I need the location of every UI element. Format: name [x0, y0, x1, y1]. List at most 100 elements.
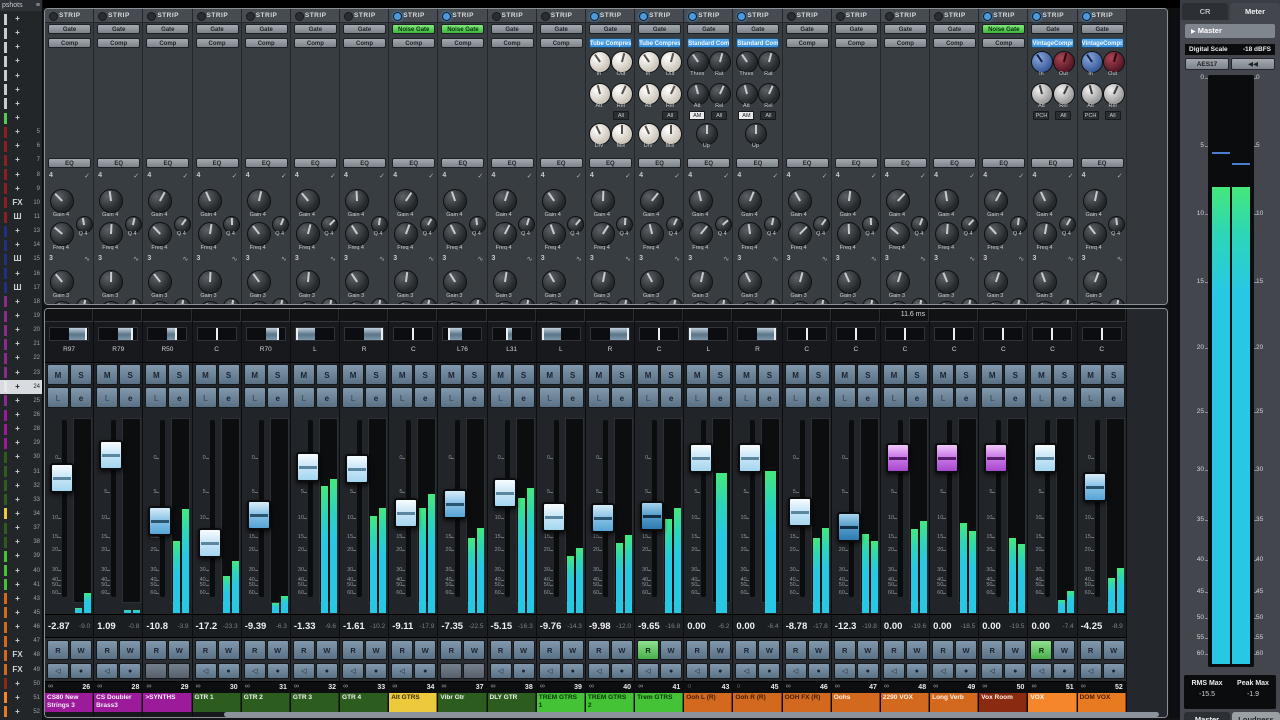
- fader-track[interactable]: [849, 420, 854, 597]
- mute-button[interactable]: M: [391, 364, 413, 385]
- eq-freq3-knob[interactable]: [345, 301, 369, 304]
- edit-button[interactable]: e: [857, 387, 879, 408]
- horizontal-scrollbar[interactable]: [224, 712, 1159, 717]
- channel-name[interactable]: Alt GTRS: [389, 693, 437, 712]
- eq-q3-knob[interactable]: [76, 298, 93, 305]
- pch-button[interactable]: PCH: [1033, 111, 1049, 120]
- solo-button[interactable]: S: [758, 364, 780, 385]
- eq-q3-knob[interactable]: [961, 298, 978, 305]
- mute-button[interactable]: M: [1030, 364, 1052, 385]
- fader-cap[interactable]: [50, 463, 74, 493]
- solo-button[interactable]: S: [1004, 364, 1026, 385]
- aes17-button[interactable]: AES17: [1185, 58, 1229, 70]
- comp-button[interactable]: VintageCompr...or: [1081, 38, 1124, 48]
- monitor-button[interactable]: ◁: [293, 663, 315, 679]
- comp-knob-out[interactable]: [1103, 51, 1125, 73]
- eq-gain3-knob[interactable]: [148, 270, 172, 294]
- pan-control[interactable]: [442, 327, 482, 341]
- channel-name[interactable]: Vox Room: [979, 693, 1027, 712]
- write-button[interactable]: W: [1103, 640, 1125, 660]
- eq-gain4-knob[interactable]: [50, 189, 74, 213]
- fader-cap[interactable]: [394, 498, 418, 528]
- comp-button[interactable]: Comp: [392, 38, 435, 48]
- write-button[interactable]: W: [1053, 640, 1075, 660]
- eq-q3-knob[interactable]: [420, 298, 437, 305]
- fader-cap[interactable]: [886, 443, 910, 473]
- write-button[interactable]: W: [267, 640, 289, 660]
- record-button[interactable]: ●: [316, 663, 338, 679]
- menu-icon[interactable]: ≡: [36, 0, 40, 11]
- channel-name[interactable]: DOM VOX: [1078, 693, 1126, 712]
- eq-freq3-knob[interactable]: [689, 301, 713, 304]
- channel-name[interactable]: 2290 VOX: [881, 693, 929, 712]
- eq-freq4-knob[interactable]: [394, 222, 418, 246]
- eq-gain4-knob[interactable]: [738, 189, 762, 213]
- track-list-item[interactable]: +16: [0, 267, 42, 281]
- mute-button[interactable]: M: [244, 364, 266, 385]
- all-button[interactable]: All: [1105, 111, 1121, 120]
- gate-button[interactable]: Gate: [245, 24, 288, 34]
- eq-q3-knob[interactable]: [764, 298, 781, 305]
- edit-button[interactable]: e: [758, 387, 780, 408]
- all-button[interactable]: All: [1055, 111, 1071, 120]
- fader-cap[interactable]: [198, 528, 222, 558]
- am-button[interactable]: AM: [689, 111, 705, 120]
- eq-gain3-knob[interactable]: [1083, 270, 1107, 294]
- track-list-item[interactable]: +26: [0, 408, 42, 422]
- eq-gain4-knob[interactable]: [788, 189, 812, 213]
- eq-freq3-knob[interactable]: [148, 301, 172, 304]
- track-list-item[interactable]: +: [0, 83, 42, 97]
- eq-freq4-knob[interactable]: [99, 222, 123, 246]
- eq-gain4-knob[interactable]: [148, 189, 172, 213]
- comp-button[interactable]: Comp: [245, 38, 288, 48]
- pan-control[interactable]: [787, 327, 827, 341]
- pan-control[interactable]: [492, 327, 532, 341]
- mute-button[interactable]: M: [735, 364, 757, 385]
- comp-button[interactable]: Comp: [97, 38, 140, 48]
- comp-knob-rel[interactable]: [1103, 83, 1125, 105]
- all-button[interactable]: All: [760, 111, 776, 120]
- channel-name[interactable]: GTR 3: [291, 693, 339, 712]
- eq-gain3-knob[interactable]: [788, 270, 812, 294]
- comp-knob-drv[interactable]: [638, 123, 660, 145]
- track-list-item[interactable]: +43: [0, 592, 42, 606]
- eq-freq4-knob[interactable]: [788, 222, 812, 246]
- mute-button[interactable]: M: [588, 364, 610, 385]
- eq-button[interactable]: EQ: [491, 158, 534, 168]
- fader-cap[interactable]: [1083, 472, 1107, 502]
- eq-freq3-knob[interactable]: [443, 301, 467, 304]
- gate-button[interactable]: Gate: [786, 24, 829, 34]
- eq-q4-knob[interactable]: [223, 216, 240, 233]
- eq-gain3-knob[interactable]: [493, 270, 517, 294]
- read-button[interactable]: R: [490, 640, 512, 660]
- fader-cap[interactable]: [984, 443, 1008, 473]
- eq-freq3-knob[interactable]: [788, 301, 812, 304]
- mute-button[interactable]: M: [490, 364, 512, 385]
- track-list-item[interactable]: +: [0, 69, 42, 83]
- eq-q4-knob[interactable]: [567, 216, 584, 233]
- comp-knob-att[interactable]: [736, 83, 758, 105]
- write-button[interactable]: W: [70, 640, 92, 660]
- track-list-item[interactable]: +31: [0, 465, 42, 479]
- pan-control[interactable]: [836, 327, 876, 341]
- monitor-button[interactable]: ◁: [883, 663, 905, 679]
- pch-button[interactable]: PCH: [1083, 111, 1099, 120]
- track-list-item[interactable]: +33: [0, 493, 42, 507]
- eq-gain4-knob[interactable]: [542, 189, 566, 213]
- comp-knob-rel[interactable]: [1053, 83, 1075, 105]
- fader-cap[interactable]: [296, 452, 320, 482]
- eq-q3-knob[interactable]: [567, 298, 584, 305]
- comp-button[interactable]: Comp: [982, 38, 1025, 48]
- listen-button[interactable]: L: [342, 387, 364, 408]
- eq-freq3-knob[interactable]: [886, 301, 910, 304]
- strip-led[interactable]: [393, 12, 402, 21]
- monitor-button[interactable]: ◁: [539, 663, 561, 679]
- eq-q4-knob[interactable]: [174, 216, 191, 233]
- eq-gain3-knob[interactable]: [296, 270, 320, 294]
- track-list-item[interactable]: FX49: [0, 662, 42, 676]
- eq-freq3-knob[interactable]: [99, 301, 123, 304]
- vertical-scrollbar[interactable]: [1169, 8, 1180, 718]
- eq-freq4-knob[interactable]: [443, 222, 467, 246]
- comp-button[interactable]: Standard Com...or: [687, 38, 730, 48]
- eq-gain3-knob[interactable]: [50, 270, 74, 294]
